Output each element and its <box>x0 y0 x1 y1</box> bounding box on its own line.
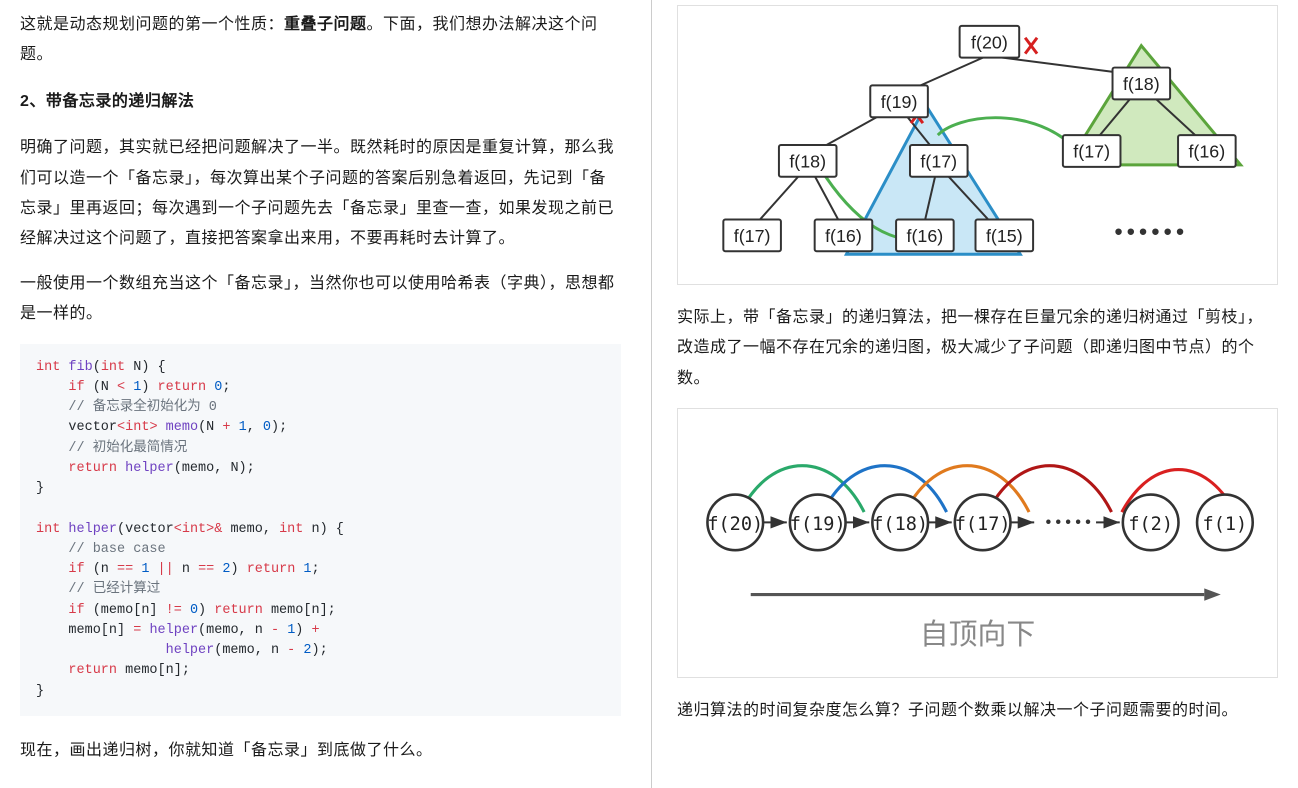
svg-text:f(17): f(17) <box>734 226 771 246</box>
node-f16a: f(16) <box>815 219 873 251</box>
chain-node-0: f(20) <box>707 495 763 551</box>
green-curve-2 <box>938 118 1072 145</box>
svg-text:f(18): f(18) <box>1123 74 1160 94</box>
node-f16b: f(16) <box>896 219 954 251</box>
para-complexity: 递归算法的时间复杂度怎么算？子问题个数乘以解决一个子问题需要的时间。 <box>677 696 1278 726</box>
svg-text:f(20): f(20) <box>707 514 763 535</box>
node-f18a: f(18) <box>779 145 837 177</box>
node-f15: f(15) <box>976 219 1034 251</box>
p1b-bold: 重叠子问题 <box>284 16 367 33</box>
svg-text:f(15): f(15) <box>986 226 1023 246</box>
figure-recursion-tree: f(20) f(19) f(18) f(17) f(17) f(16) f(16… <box>677 5 1278 285</box>
node-f19: f(19) <box>870 85 928 117</box>
para-overlap: 这就是动态规划问题的第一个性质：重叠子问题。下面，我们想办法解决这个问题。 <box>20 10 621 71</box>
chain-node-5: f(1) <box>1197 495 1253 551</box>
svg-text:f(18): f(18) <box>789 152 826 172</box>
node-f17c: f(17) <box>1063 135 1121 167</box>
svg-text:f(16): f(16) <box>907 226 944 246</box>
node-f16c: f(16) <box>1178 135 1236 167</box>
svg-text:f(19): f(19) <box>790 514 846 535</box>
chain-node-4: f(2) <box>1123 495 1179 551</box>
red-cross-1 <box>1025 38 1037 54</box>
svg-text:f(20): f(20) <box>971 32 1008 52</box>
figure-top-down-chain: f(20) f(19) f(18) f(17) ••••• f(2) f(1) … <box>677 408 1278 678</box>
svg-text:f(17): f(17) <box>1073 142 1110 162</box>
para-pruning: 实际上，带「备忘录」的递归算法，把一棵存在巨量冗余的递归树通过「剪枝」，改造成了… <box>677 303 1278 394</box>
p1a: 这就是动态规划问题的第一个性质： <box>20 16 284 33</box>
svg-text:f(1): f(1) <box>1203 514 1248 535</box>
svg-text:f(18): f(18) <box>872 514 928 535</box>
node-f20: f(20) <box>960 26 1020 58</box>
node-f17a: f(17) <box>910 145 968 177</box>
svg-text:f(17): f(17) <box>955 514 1011 535</box>
svg-text:f(16): f(16) <box>1188 142 1225 162</box>
node-f18b: f(18) <box>1113 68 1171 100</box>
chain-node-1: f(19) <box>790 495 846 551</box>
chain-node-3: f(17) <box>955 495 1011 551</box>
svg-text:f(2): f(2) <box>1128 514 1173 535</box>
code-block: int fib(int N) { if (N < 1) return 0; //… <box>20 344 621 716</box>
heading-memo: 2、带备忘录的递归解法 <box>20 87 621 117</box>
svg-text:f(17): f(17) <box>920 152 957 172</box>
para-draw-tree: 现在，画出递归树，你就知道「备忘录」到底做了什么。 <box>20 736 621 766</box>
para-memo-explain: 明确了问题，其实就已经把问题解决了一半。既然耗时的原因是重复计算，那么我们可以造… <box>20 133 621 255</box>
tree-dots: •••••• <box>1114 218 1188 245</box>
svg-text:f(19): f(19) <box>881 92 918 112</box>
chain-dots: ••••• <box>1046 514 1095 532</box>
right-column: f(20) f(19) f(18) f(17) f(17) f(16) f(16… <box>652 0 1298 788</box>
para-memo-array: 一般使用一个数组充当这个「备忘录」，当然你也可以使用哈希表（字典），思想都是一样… <box>20 269 621 330</box>
svg-text:f(16): f(16) <box>825 226 862 246</box>
left-column: 这就是动态规划问题的第一个性质：重叠子问题。下面，我们想办法解决这个问题。 2、… <box>0 0 652 788</box>
arc-red1 <box>988 466 1112 512</box>
chain-node-2: f(18) <box>872 495 928 551</box>
node-f17b: f(17) <box>723 219 781 251</box>
chain-caption: 自顶向下 <box>920 619 1035 651</box>
